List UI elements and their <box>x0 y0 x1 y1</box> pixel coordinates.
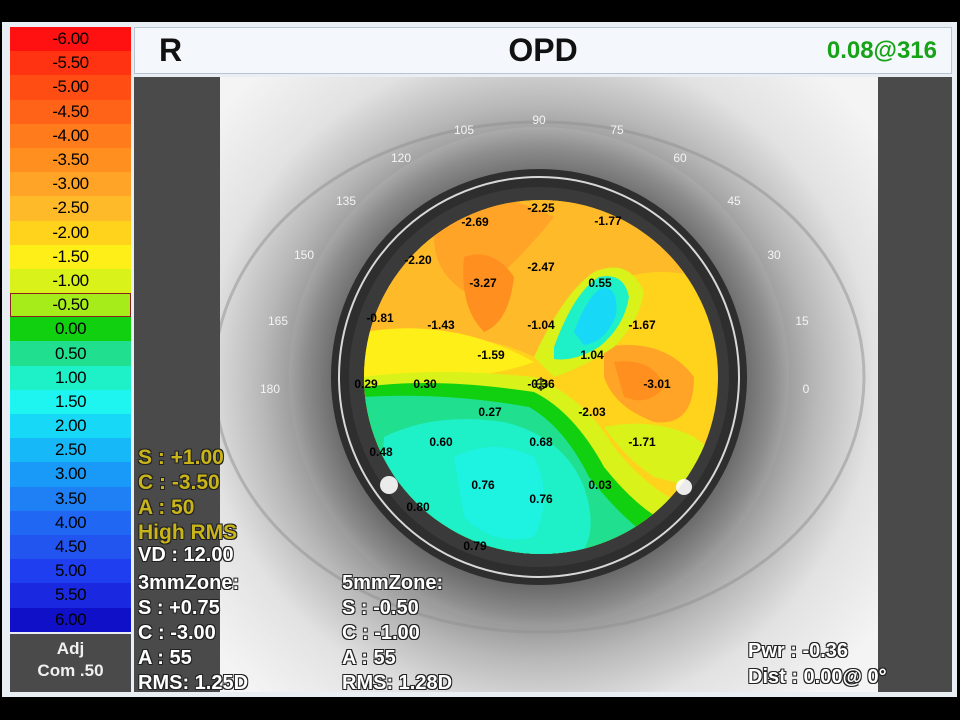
legend-item[interactable]: -3.00 <box>10 172 131 197</box>
eye-image-with-opd-map[interactable]: 9075604530150105120135150165180 -2.25-2.… <box>134 77 952 692</box>
zone3-rms: RMS: 1.25D <box>138 672 249 694</box>
axis-degree-label: 105 <box>454 123 474 137</box>
opd-value-label: 0.55 <box>588 276 612 290</box>
legend-item[interactable]: -2.50 <box>10 196 131 221</box>
opd-value-label: -1.04 <box>527 318 555 332</box>
legend-item[interactable]: -1.50 <box>10 244 131 269</box>
axis-degree-label: 165 <box>268 314 288 328</box>
sphere-value: S : +1.00 <box>138 446 224 469</box>
axis-degree-label: 45 <box>727 194 741 208</box>
opd-value-label: 0.79 <box>463 539 487 553</box>
legend-item[interactable]: 5.00 <box>10 559 131 584</box>
opd-value-label: -3.27 <box>469 276 497 290</box>
cylinder-value: C : -3.50 <box>138 471 220 494</box>
opd-value-label: -2.25 <box>527 201 555 215</box>
legend-item[interactable]: -1.00 <box>10 268 131 294</box>
legend-item[interactable]: 3.50 <box>10 486 131 511</box>
high-rms-note: High RMS <box>138 521 238 544</box>
scale-mode-line2: Com .50 <box>37 661 104 680</box>
opd-value-label: 0.80 <box>406 500 430 514</box>
opd-value-label: 0.03 <box>588 478 612 492</box>
legend-item[interactable]: -6.00 <box>10 27 131 52</box>
opd-value-label: 1.04 <box>580 348 604 362</box>
axis-degree-label: 180 <box>260 382 280 396</box>
axis-degree-label: 0 <box>803 382 810 396</box>
legend-item[interactable]: 5.50 <box>10 583 131 608</box>
cursor-power: Pwr : -0.36 <box>748 640 849 662</box>
legend-item[interactable]: -5.00 <box>10 75 131 100</box>
legend-item[interactable]: 6.00 <box>10 607 131 632</box>
cursor-distance: Dist : 0.00@ 0° <box>748 666 887 688</box>
map-header: R OPD 0.08@316 <box>134 27 952 74</box>
zone5-sphere: S : -0.50 <box>342 597 419 619</box>
rms-readout: 0.08@316 <box>826 37 937 64</box>
legend-item[interactable]: -4.50 <box>10 99 131 124</box>
zone3-sphere: S : +0.75 <box>138 597 220 619</box>
legend-item[interactable]: 4.50 <box>10 534 131 560</box>
legend-item[interactable]: 1.00 <box>10 365 131 390</box>
opd-value-label: 0.60 <box>429 435 453 449</box>
legend-item[interactable]: -0.50 <box>10 293 131 318</box>
axis-degree-label: 15 <box>795 314 809 328</box>
opd-value-label: 0.48 <box>369 445 393 459</box>
legend-item[interactable]: 2.50 <box>10 438 131 463</box>
axis-degree-label: 75 <box>610 123 624 137</box>
zone5-title: 5mmZone: <box>342 572 444 594</box>
opd-value-label: -1.43 <box>427 318 455 332</box>
opd-value-label: -2.69 <box>461 215 489 229</box>
opd-value-label: -1.67 <box>628 318 656 332</box>
opd-value-label: -2.20 <box>404 253 432 267</box>
scale-mode-panel[interactable]: Adj Com .50 <box>10 634 131 692</box>
axis-value: A : 50 <box>138 496 195 519</box>
opd-value-label: 0.29 <box>354 377 378 391</box>
opd-value-label: -0.36 <box>527 377 555 391</box>
legend-item[interactable]: -5.50 <box>10 51 131 76</box>
zone3-cylinder: C : -3.00 <box>138 622 216 644</box>
axis-degree-label: 60 <box>673 151 687 165</box>
opd-value-label: -3.01 <box>643 377 671 391</box>
zone5-rms: RMS: 1.28D <box>342 672 453 694</box>
opd-value-label: 0.27 <box>478 405 502 419</box>
opd-value-label: 0.76 <box>529 492 553 506</box>
opd-value-label: -2.47 <box>527 260 555 274</box>
opd-map-area[interactable]: 90 75 60 45 30 15 0 105 120 135 150 165 180 -2.25 -2.… <box>134 77 952 694</box>
zone5-cylinder: C : -1.00 <box>342 622 420 644</box>
axis-degree-label: 135 <box>336 194 356 208</box>
axis-degree-label: 30 <box>767 248 781 262</box>
axis-degree-label: 150 <box>294 248 314 262</box>
legend-item[interactable]: 3.00 <box>10 462 131 487</box>
scale-mode-line1: Adj <box>56 639 85 658</box>
vertex-distance: VD : 12.00 <box>138 544 234 566</box>
legend-item[interactable]: -4.00 <box>10 123 131 148</box>
opd-value-label: -1.59 <box>477 348 505 362</box>
zone3-title: 3mmZone: <box>138 572 240 594</box>
opd-value-label: 0.76 <box>471 478 495 492</box>
opd-value-label: -1.71 <box>628 435 656 449</box>
color-scale-legend[interactable]: -6.00 -5.50 -5.00 -4.50 -4.00 -3.50 -3.00 -2.50… <box>10 27 131 632</box>
legend-item[interactable]: -2.00 <box>10 220 131 245</box>
zone3-axis: A : 55 <box>138 647 192 669</box>
legend-item[interactable]: 4.00 <box>10 510 131 535</box>
zone5-axis: A : 55 <box>342 647 396 669</box>
opd-value-label: -1.77 <box>594 214 622 228</box>
opd-value-label: -0.81 <box>366 311 394 325</box>
legend-item[interactable]: 2.00 <box>10 414 131 439</box>
legend-item[interactable]: 0.50 <box>10 341 131 366</box>
axis-degree-label: 90 <box>532 113 546 127</box>
legend-item[interactable]: 1.50 <box>10 389 131 414</box>
axis-degree-label: 120 <box>391 151 411 165</box>
opd-value-label: 0.30 <box>413 377 437 391</box>
opd-value-label: -2.03 <box>578 405 606 419</box>
opd-value-label: 0.68 <box>529 435 553 449</box>
legend-item[interactable]: 0.00 <box>10 317 131 342</box>
legend-item[interactable]: -3.50 <box>10 147 131 173</box>
